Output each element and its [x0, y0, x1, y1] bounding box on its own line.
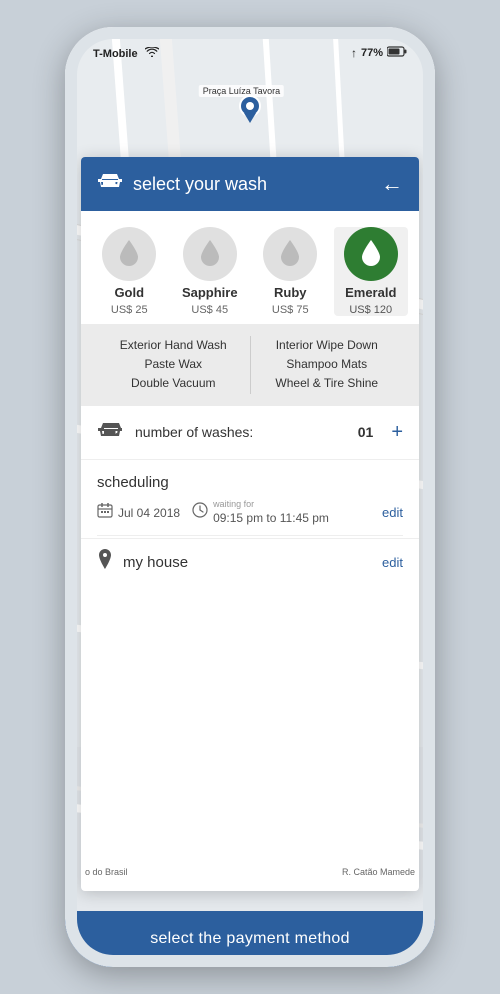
- wash-option-sapphire[interactable]: Sapphire US$ 45: [173, 227, 247, 316]
- wash-price-ruby: US$ 75: [272, 304, 309, 316]
- wash-count-label: number of washes:: [135, 424, 348, 440]
- modal-header: select your wash ←: [81, 157, 419, 211]
- wash-price-gold: US$ 25: [111, 304, 148, 316]
- wash-circle-ruby: [263, 227, 317, 281]
- location-name: my house: [123, 554, 372, 571]
- phone-notch: [205, 27, 295, 37]
- wash-price-sapphire: US$ 45: [191, 304, 228, 316]
- drop-icon-emerald: [360, 238, 382, 271]
- scheduling-edit-button[interactable]: edit: [382, 505, 403, 520]
- header-title: select your wash: [133, 174, 267, 195]
- features-col-right: Interior Wipe Down Shampoo Mats Wheel & …: [251, 336, 404, 394]
- sched-time-text: 09:15 pm to 11:45 pm: [213, 511, 329, 525]
- feature-wheel-tire: Wheel & Tire Shine: [251, 374, 404, 393]
- feature-exterior-wash: Exterior Hand Wash: [97, 336, 250, 355]
- map-location-label: Praça Luíza Tavora: [199, 85, 284, 97]
- phone-frame: Praça Luíza Tavora o do Brasil R. Catão …: [65, 27, 435, 967]
- wash-option-emerald[interactable]: Emerald US$ 120: [334, 227, 408, 316]
- feature-paste-wax: Paste Wax: [97, 355, 250, 374]
- battery-area: ↑ 77%: [351, 46, 407, 60]
- drop-icon-sapphire: [199, 238, 221, 271]
- sched-date-text: Jul 04 2018: [118, 506, 180, 520]
- scheduling-title: scheduling: [97, 474, 403, 491]
- wash-count-value: 01: [358, 424, 374, 440]
- sched-date-item: Jul 04 2018: [97, 502, 180, 523]
- drop-icon-ruby: [279, 238, 301, 271]
- scheduling-row: Jul 04 2018 waiting for 09:15: [97, 499, 403, 527]
- sched-time-item: waiting for 09:15 pm to 11:45 pm: [192, 499, 329, 527]
- content-area: select your wash ← Gold US$: [65, 27, 435, 967]
- wash-name-gold: Gold: [114, 285, 144, 300]
- location-section: my house edit: [81, 538, 419, 590]
- wash-count-section: number of washes: 01 +: [81, 406, 419, 460]
- back-button[interactable]: ←: [381, 171, 403, 197]
- waiting-for-label: waiting for: [213, 499, 329, 509]
- wash-name-sapphire: Sapphire: [182, 285, 238, 300]
- wash-option-ruby[interactable]: Ruby US$ 75: [253, 227, 327, 316]
- feature-interior-wipe: Interior Wipe Down: [251, 336, 404, 355]
- features-section: Exterior Hand Wash Paste Wax Double Vacu…: [81, 324, 419, 406]
- wash-price-emerald: US$ 120: [349, 304, 392, 316]
- street-label-right: R. Catão Mamede: [342, 867, 415, 877]
- street-label-left: o do Brasil: [85, 867, 128, 877]
- wifi-icon: [145, 48, 159, 60]
- scheduling-section: scheduling: [81, 460, 419, 535]
- carrier-text: T-Mobile: [93, 47, 159, 60]
- payment-method-button[interactable]: select the payment method: [65, 911, 435, 967]
- modal-header-left: select your wash: [97, 171, 267, 197]
- map-pin: [239, 95, 261, 129]
- feature-double-vacuum: Double Vacuum: [97, 374, 250, 393]
- wash-count-car-icon: [97, 420, 125, 445]
- wash-circle-sapphire: [183, 227, 237, 281]
- car-icon: [97, 171, 123, 197]
- location-edit-button[interactable]: edit: [382, 555, 403, 570]
- wash-count-plus-button[interactable]: +: [391, 421, 403, 444]
- location-icon: [97, 549, 113, 576]
- feature-shampoo-mats: Shampoo Mats: [251, 355, 404, 374]
- calendar-icon: [97, 502, 113, 523]
- modal-card: select your wash ← Gold US$: [81, 157, 419, 891]
- status-bar: T-Mobile ↑ 77%: [65, 39, 435, 67]
- wash-circle-emerald: [344, 227, 398, 281]
- arrow-icon: ↑: [351, 46, 357, 60]
- wash-circle-gold: [102, 227, 156, 281]
- drop-icon-gold: [118, 238, 140, 271]
- wash-name-emerald: Emerald: [345, 285, 396, 300]
- wash-options-container: Gold US$ 25 Sapphire US$ 45: [81, 211, 419, 324]
- battery-icon: [387, 46, 407, 60]
- wash-name-ruby: Ruby: [274, 285, 307, 300]
- wash-option-gold[interactable]: Gold US$ 25: [92, 227, 166, 316]
- payment-button-label: select the payment method: [150, 930, 350, 948]
- features-col-left: Exterior Hand Wash Paste Wax Double Vacu…: [97, 336, 251, 394]
- clock-icon: [192, 502, 208, 523]
- divider: [97, 535, 403, 536]
